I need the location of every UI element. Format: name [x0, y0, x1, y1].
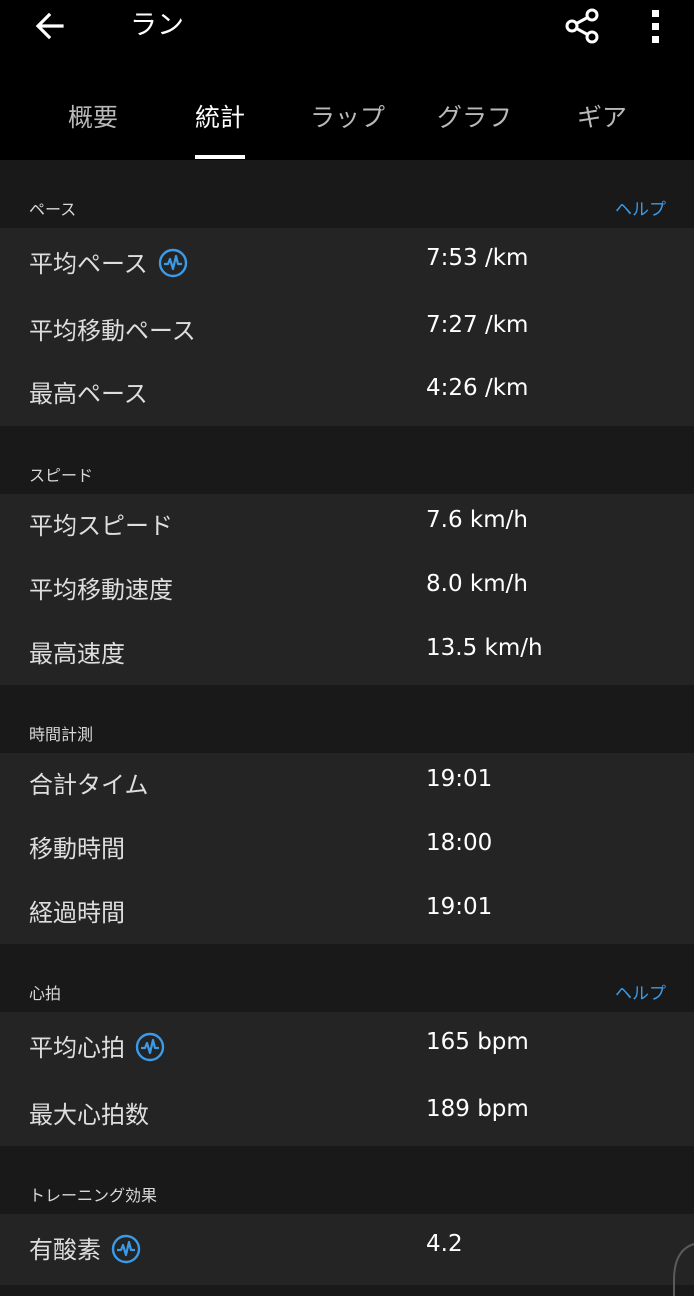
- stat-label: 平均スピード: [29, 512, 173, 540]
- stat-label: 最大心拍数: [29, 1101, 149, 1129]
- stat-value: 189 bpm: [426, 1096, 529, 1122]
- stat-value: 165 bpm: [426, 1029, 529, 1055]
- stat-row: 平均ペース 7:53 /km: [0, 232, 694, 296]
- stat-row: 平均移動速度 8.0 km/h: [0, 558, 694, 622]
- tab-graphs[interactable]: グラフ: [427, 100, 522, 160]
- section-title: 時間計測: [29, 725, 94, 744]
- stat-label: 有酸素: [29, 1236, 101, 1264]
- training-effect-card: 有酸素 4.2: [0, 1214, 694, 1285]
- stat-value: 4:26 /km: [426, 375, 529, 401]
- stat-value: 7.6 km/h: [426, 507, 528, 533]
- stat-row: 経過時間 19:01: [0, 881, 694, 945]
- stat-value: 13.5 km/h: [426, 635, 543, 661]
- stat-row: 最大心拍数 189 bpm: [0, 1083, 694, 1147]
- more-vert-icon[interactable]: [640, 6, 672, 46]
- stat-row: 有酸素 4.2: [0, 1218, 694, 1282]
- scroll-indicator: [673, 1243, 694, 1296]
- stat-label: 最高速度: [29, 640, 125, 668]
- stat-label: 移動時間: [29, 835, 125, 863]
- share-icon[interactable]: [562, 6, 602, 46]
- section-header-training-effect: トレーニング効果: [0, 1146, 694, 1214]
- pace-card: 平均ペース 7:53 /km 平均移動ペース 7:27 /km 最高ペース 4:…: [0, 228, 694, 426]
- app-bar: ラン 概要 統計 ラップ グラフ ギア: [0, 0, 694, 160]
- section-title: 心拍: [29, 984, 62, 1003]
- stat-row: 平均移動ペース 7:27 /km: [0, 299, 694, 363]
- tab-laps[interactable]: ラップ: [300, 100, 395, 160]
- heart-rate-monitor-icon[interactable]: [158, 248, 188, 278]
- arrow-left-icon[interactable]: [30, 6, 70, 46]
- stat-value: 19:01: [426, 894, 493, 920]
- timing-card: 合計タイム 19:01 移動時間 18:00 経過時間 19:01: [0, 753, 694, 944]
- stat-row: 合計タイム 19:01: [0, 753, 694, 817]
- stat-label: 経過時間: [29, 899, 125, 927]
- stat-label: 平均移動ペース: [29, 317, 196, 345]
- tab-stats[interactable]: 統計: [185, 100, 255, 160]
- stat-value: 8.0 km/h: [426, 571, 528, 597]
- stat-row: 最高速度 13.5 km/h: [0, 622, 694, 686]
- active-tab-indicator: [195, 155, 245, 159]
- stat-label: 合計タイム: [29, 771, 149, 799]
- section-header-pace: ペース ヘルプ: [0, 160, 694, 228]
- stat-row: 平均心拍 165 bpm: [0, 1016, 694, 1080]
- stat-label: 平均ペース: [29, 250, 148, 278]
- section-title: スピード: [29, 466, 94, 485]
- stat-value: 4.2: [426, 1231, 463, 1257]
- tab-bar: 概要 統計 ラップ グラフ ギア: [0, 96, 694, 160]
- stat-row: 最高ペース 4:26 /km: [0, 362, 694, 426]
- stat-row: 移動時間 18:00: [0, 817, 694, 881]
- stat-value: 19:01: [426, 766, 493, 792]
- stat-value: 18:00: [426, 830, 493, 856]
- stat-value: 7:27 /km: [426, 312, 529, 338]
- section-title: ペース: [29, 200, 77, 219]
- section-header-timing: 時間計測: [0, 685, 694, 753]
- stat-label: 平均移動速度: [29, 576, 173, 604]
- stat-row: 平均スピード 7.6 km/h: [0, 494, 694, 558]
- tab-overview[interactable]: 概要: [58, 100, 128, 160]
- help-link[interactable]: ヘルプ: [615, 195, 666, 220]
- heart-rate-card: 平均心拍 165 bpm 最大心拍数 189 bpm: [0, 1012, 694, 1146]
- stat-label: 平均心拍: [29, 1034, 125, 1062]
- tab-gear[interactable]: ギア: [567, 100, 637, 160]
- heart-rate-monitor-icon[interactable]: [111, 1234, 141, 1264]
- stat-value: 7:53 /km: [426, 245, 529, 271]
- section-header-speed: スピード: [0, 426, 694, 494]
- page-title: ラン: [130, 10, 184, 41]
- help-link[interactable]: ヘルプ: [615, 979, 666, 1004]
- heart-rate-monitor-icon[interactable]: [135, 1032, 165, 1062]
- speed-card: 平均スピード 7.6 km/h 平均移動速度 8.0 km/h 最高速度 13.…: [0, 494, 694, 685]
- section-title: トレーニング効果: [29, 1186, 158, 1205]
- stat-label: 最高ペース: [29, 380, 148, 408]
- section-header-heart-rate: 心拍 ヘルプ: [0, 944, 694, 1012]
